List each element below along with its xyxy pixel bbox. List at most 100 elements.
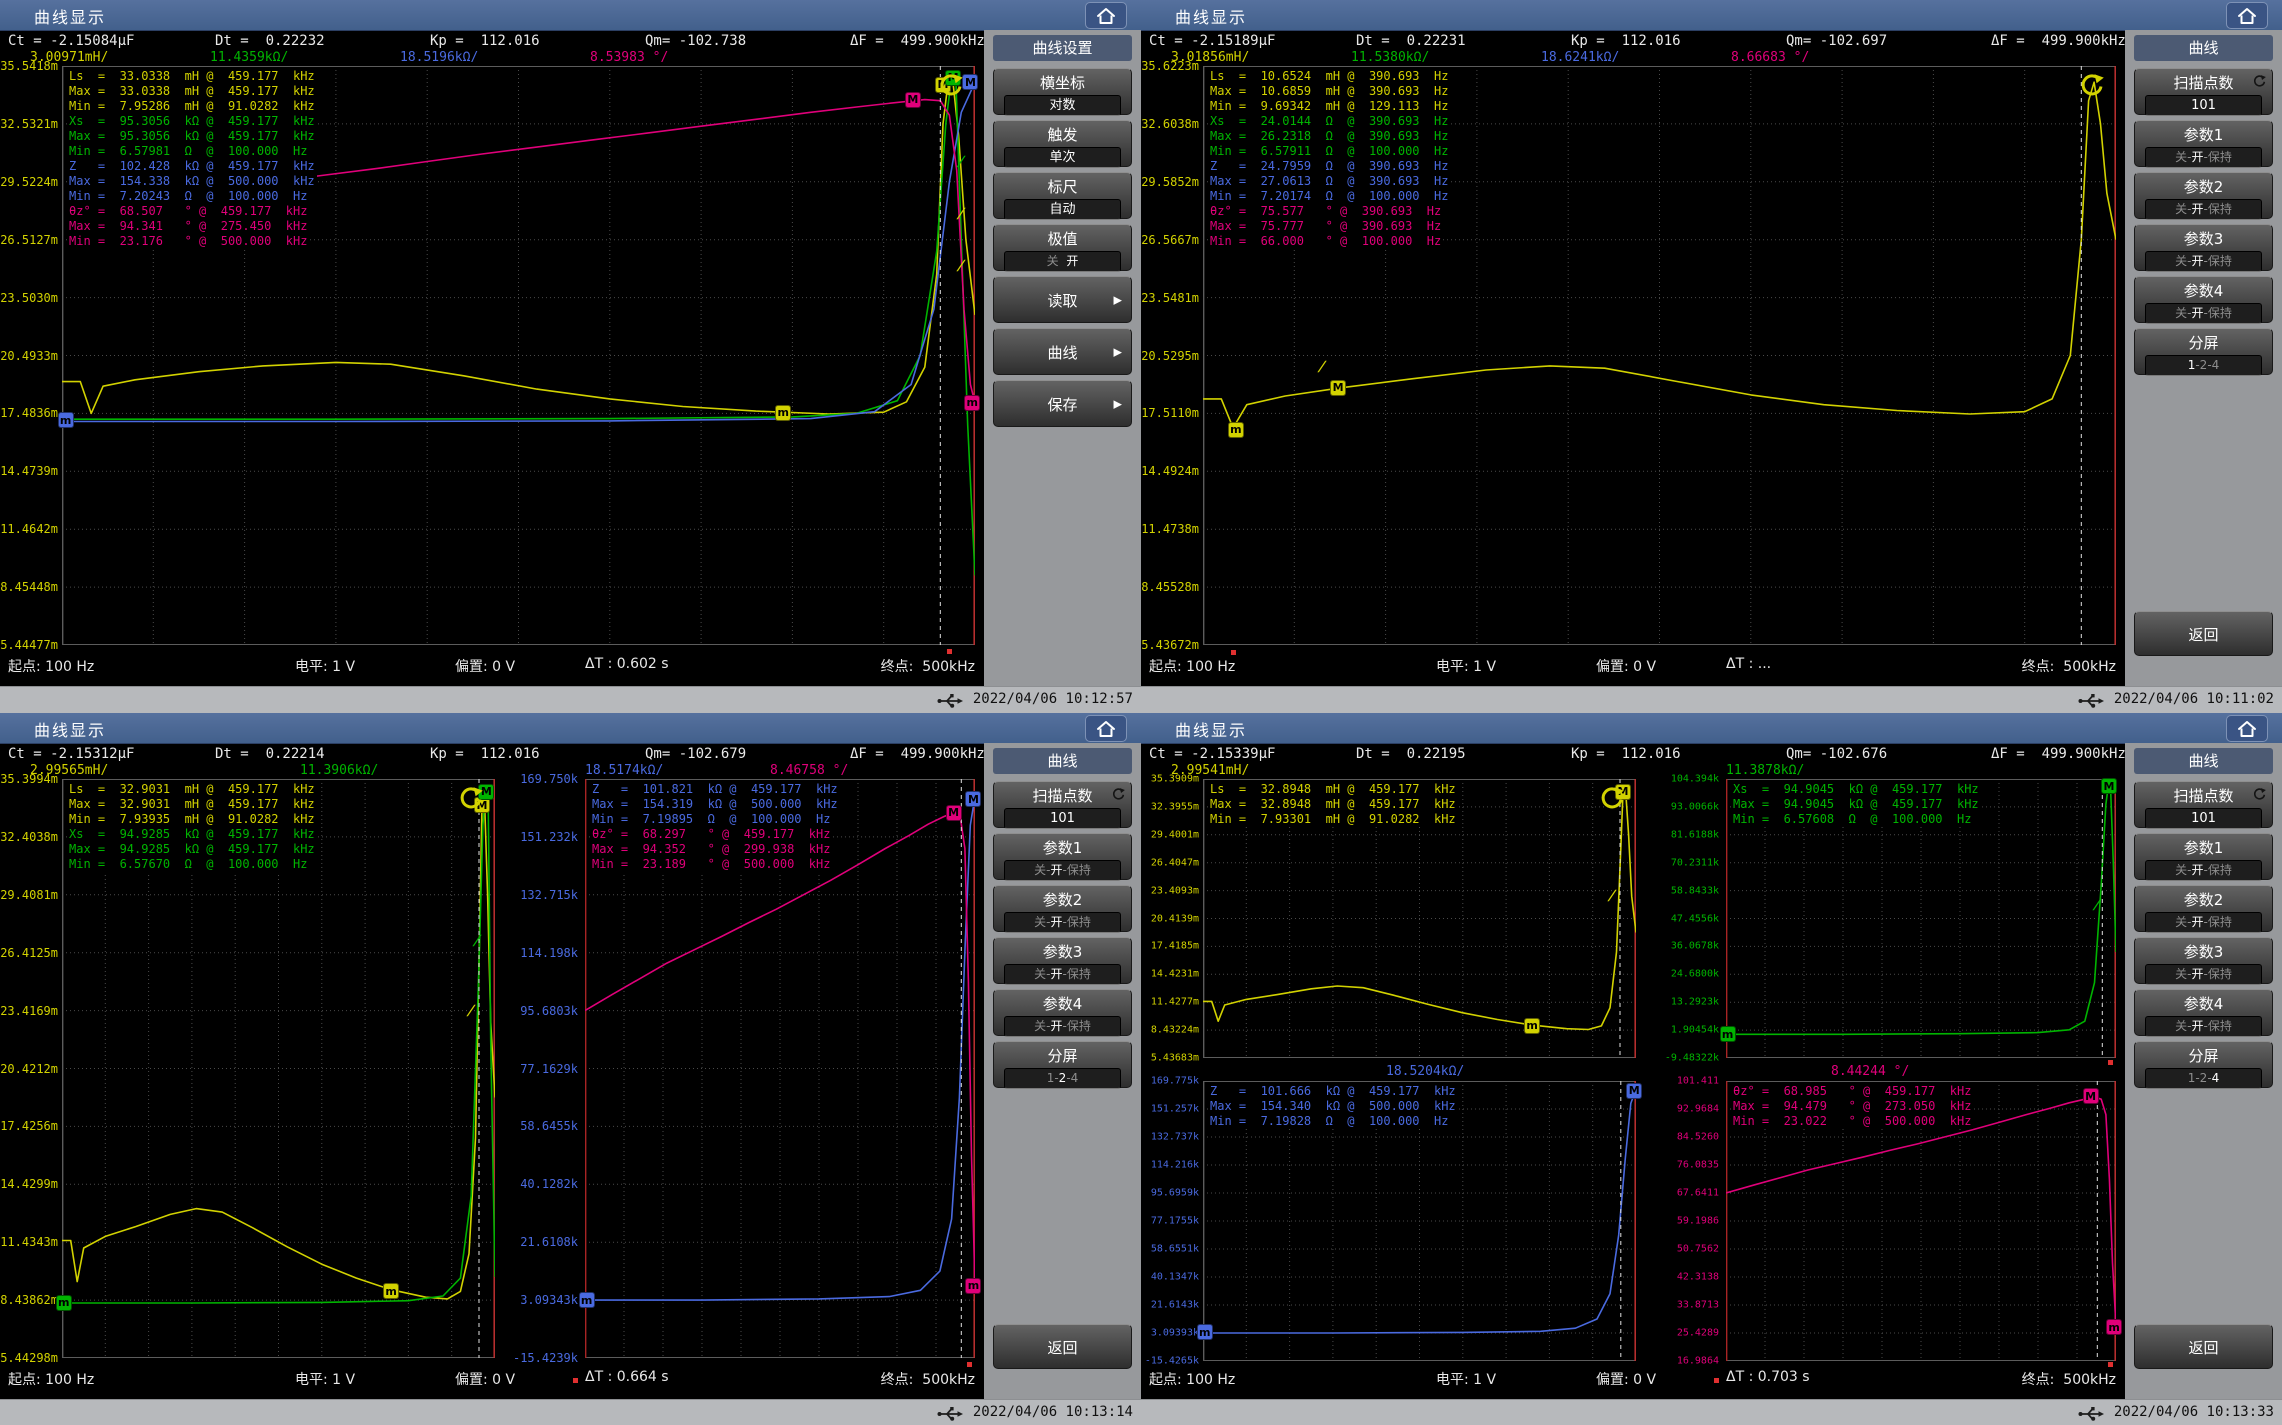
option-1[interactable]: 关 [2175, 150, 2187, 164]
y-axis-label: 59.1986 [1677, 1216, 1719, 1227]
y-axis-label: 13.2923k [1671, 997, 1719, 1008]
option-3[interactable]: 保持 [1067, 915, 1091, 929]
option-1[interactable]: 关 [2175, 1019, 2187, 1033]
back-button[interactable]: 返回 [2134, 1324, 2273, 1369]
home-icon [2237, 720, 2257, 738]
marker-min: m [1524, 1018, 1540, 1034]
option-3[interactable]: 保持 [2208, 967, 2232, 981]
back-button[interactable]: 返回 [993, 1324, 1132, 1369]
home-button[interactable] [2226, 715, 2268, 742]
curve-button[interactable]: 曲线▶ [993, 328, 1132, 375]
param2-button[interactable]: 参数2关-开-保持 [993, 885, 1132, 932]
sweep-points-button[interactable]: 扫描点数101 [2134, 781, 2273, 828]
option-3[interactable]: 保持 [2208, 254, 2232, 268]
option-2[interactable]: 开 [2191, 150, 2203, 164]
option-3[interactable]: 保持 [1067, 1019, 1091, 1033]
option-2[interactable]: 开 [1050, 1019, 1062, 1033]
home-button[interactable] [2226, 2, 2268, 29]
sweep-points-button[interactable]: 扫描点数101 [2134, 68, 2273, 115]
option-3[interactable]: 保持 [2208, 1019, 2232, 1033]
option-3[interactable]: 保持 [1067, 967, 1091, 981]
readout-line: Ls = 33.0338 mH @ 459.177 kHz [67, 69, 317, 84]
param1-button[interactable]: 参数1关-开-保持 [993, 833, 1132, 880]
sweep-position-dot [1231, 650, 1236, 655]
param4-button[interactable]: 参数4关-开-保持 [2134, 989, 2273, 1036]
x-axis-mode-button[interactable]: 横坐标对数 [993, 68, 1132, 115]
y-axis-label: 1.90454k [1671, 1025, 1719, 1036]
option-1[interactable]: 关 [2175, 915, 2187, 929]
option-3[interactable]: 4 [2212, 358, 2220, 372]
scale-per-div: 18.5174kΩ/ [585, 763, 663, 778]
ruler-button[interactable]: 标尺自动 [993, 172, 1132, 219]
option-1[interactable]: 关 [1034, 863, 1046, 877]
option-2[interactable]: 开 [2191, 915, 2203, 929]
y-axis-label: 17.5110m [1141, 406, 1199, 420]
option-3[interactable]: 保持 [2208, 863, 2232, 877]
y-axis-label: 33.8713 [1677, 1300, 1719, 1311]
timestamp: 2022/04/06 10:12:57 [973, 691, 1133, 707]
y-axis-label: 17.4836m [0, 406, 58, 420]
option-1[interactable]: 关 [2175, 306, 2187, 320]
option-1[interactable]: 关 [1047, 254, 1059, 268]
option-2[interactable]: 开 [1066, 254, 1078, 268]
trigger-button[interactable]: 触发单次 [993, 120, 1132, 167]
option-2[interactable]: 开 [2191, 1019, 2203, 1033]
param3-button[interactable]: 参数3关-开-保持 [993, 937, 1132, 984]
param2-button[interactable]: 参数2关-开-保持 [2134, 172, 2273, 219]
option-1[interactable]: 关 [2175, 202, 2187, 216]
param4-button[interactable]: 参数4关-开-保持 [993, 989, 1132, 1036]
footer-item: 电平: 1 V [1436, 656, 1496, 676]
option-2[interactable]: 开 [2191, 306, 2203, 320]
param3-button[interactable]: 参数3关-开-保持 [2134, 937, 2273, 984]
option-2[interactable]: 开 [2191, 202, 2203, 216]
option-2[interactable]: 开 [2191, 967, 2203, 981]
option-3[interactable]: 4 [1071, 1071, 1079, 1085]
softkey-options: 关-开-保持 [1004, 1016, 1121, 1037]
option-1[interactable]: 关 [1034, 915, 1046, 929]
option-1[interactable]: 关 [2175, 863, 2187, 877]
readout-line: θz° = 75.577 ° @ 390.693 Hz [1208, 204, 1443, 219]
option-1[interactable]: 关 [2175, 254, 2187, 268]
refresh-icon [2252, 786, 2266, 805]
back-button[interactable]: 返回 [2134, 611, 2273, 656]
sweep-points-button[interactable]: 扫描点数101 [993, 781, 1132, 828]
option-3[interactable]: 保持 [2208, 306, 2232, 320]
y-axis-label: 58.6455k [520, 1119, 578, 1133]
param1-button[interactable]: 参数1关-开-保持 [2134, 120, 2273, 167]
option-3[interactable]: 保持 [1067, 863, 1091, 877]
option-1[interactable]: 关 [1034, 1019, 1046, 1033]
sweep-repeat-indicator [937, 72, 963, 102]
option-2[interactable]: 开 [1050, 915, 1062, 929]
softkey-options: 1-2-4 [1004, 1068, 1121, 1089]
option-1[interactable]: 关 [2175, 967, 2187, 981]
option-3[interactable]: 4 [2212, 1071, 2220, 1085]
param1-button[interactable]: 参数1关-开-保持 [2134, 833, 2273, 880]
usb-icon [937, 1406, 963, 1421]
home-button[interactable] [1085, 715, 1127, 742]
extremum-button[interactable]: 极值关 开 [993, 224, 1132, 271]
option-1[interactable]: 关 [1034, 967, 1046, 981]
param2-button[interactable]: 参数2关-开-保持 [2134, 885, 2273, 932]
sweep-repeat-indicator [1598, 785, 1624, 815]
option-2[interactable]: 开 [1050, 863, 1062, 877]
option-3[interactable]: 保持 [2208, 915, 2232, 929]
option-3[interactable]: 保持 [2208, 202, 2232, 216]
split-screen-button[interactable]: 分屏1-2-4 [2134, 1041, 2273, 1088]
param3-button[interactable]: 参数3关-开-保持 [2134, 224, 2273, 271]
option-2[interactable]: 开 [2191, 254, 2203, 268]
param4-button[interactable]: 参数4关-开-保持 [2134, 276, 2273, 323]
home-button[interactable] [1085, 2, 1127, 29]
y-axis-label: 14.4739m [0, 464, 58, 478]
split-screen-button[interactable]: 分屏1-2-4 [2134, 328, 2273, 375]
softkey-sidebar: 曲线设置横坐标对数触发单次标尺自动极值关 开读取▶曲线▶保存▶ [984, 30, 1141, 686]
y-axis-label: 23.4169m [0, 1004, 58, 1018]
option-2[interactable]: 开 [1050, 967, 1062, 981]
y-axis-label: 95.6803k [520, 1004, 578, 1018]
split-screen-button[interactable]: 分屏1-2-4 [993, 1041, 1132, 1088]
option-2[interactable]: 开 [2191, 863, 2203, 877]
submenu-arrow-icon: ▶ [1114, 345, 1122, 358]
readout-line: Min = 6.57608 Ω @ 100.000 Hz [1731, 812, 1973, 827]
read-button[interactable]: 读取▶ [993, 276, 1132, 323]
option-3[interactable]: 保持 [2208, 150, 2232, 164]
save-button[interactable]: 保存▶ [993, 380, 1132, 427]
